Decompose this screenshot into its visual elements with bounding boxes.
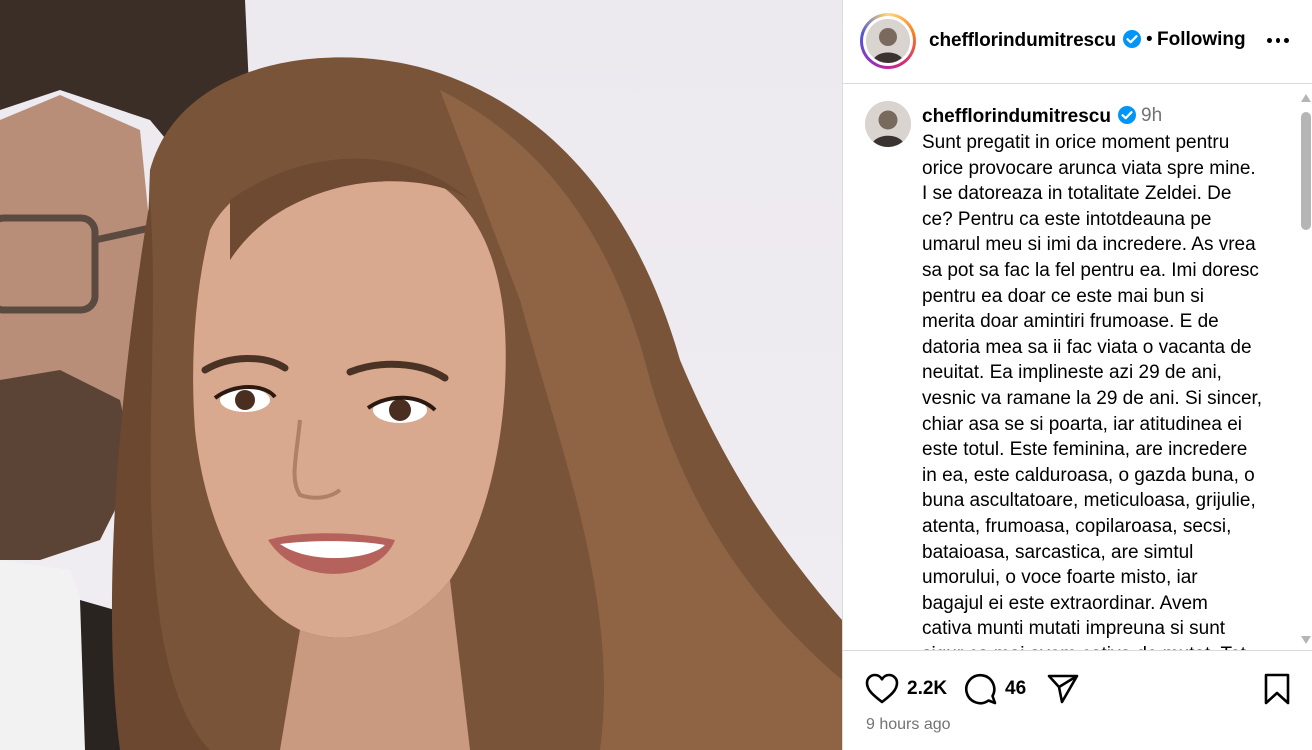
- author-avatar[interactable]: [860, 13, 916, 69]
- comment-button[interactable]: 46: [965, 673, 1026, 705]
- verified-badge-icon: [1117, 106, 1136, 124]
- comment-icon: [965, 673, 997, 705]
- like-count[interactable]: 2.2K: [907, 678, 947, 700]
- author-username[interactable]: chefflorindumitrescu: [929, 29, 1142, 52]
- scrollbar-thumb[interactable]: [1301, 112, 1311, 230]
- post-actions: 2.2K 46 9 hours ago: [843, 650, 1312, 750]
- more-dot-icon: [1267, 37, 1272, 43]
- caption-username[interactable]: chefflorindumitrescu: [922, 105, 1137, 128]
- comments-scrollbar[interactable]: [1299, 90, 1312, 648]
- avatar-image: [866, 19, 910, 63]
- caption-timestamp[interactable]: 9h: [1141, 105, 1162, 127]
- scroll-up-arrow-icon[interactable]: [1301, 94, 1311, 102]
- following-button[interactable]: Following: [1157, 29, 1246, 51]
- heart-icon: [865, 673, 899, 704]
- caption-text: Sunt pregatit in orice moment pentru ori…: [922, 132, 1263, 650]
- bookmark-icon: [1264, 673, 1290, 705]
- post-header: chefflorindumitrescu • Following: [843, 0, 1312, 84]
- save-button[interactable]: [1263, 673, 1291, 705]
- header-separator: •: [1146, 29, 1153, 50]
- post-time-ago[interactable]: 9 hours ago: [866, 716, 951, 734]
- caption-author-avatar[interactable]: [865, 101, 911, 147]
- post-side-panel: chefflorindumitrescu • Following chefflo…: [842, 0, 1312, 750]
- comments-section[interactable]: chefflorindumitrescu 9h Sunt pregatit in…: [843, 85, 1312, 650]
- share-button[interactable]: [1047, 673, 1079, 705]
- post-image-illustration: [0, 0, 842, 750]
- comment-count[interactable]: 46: [1005, 678, 1026, 700]
- post-photo[interactable]: [0, 0, 842, 750]
- more-dot-icon: [1284, 37, 1290, 43]
- like-button[interactable]: 2.2K: [865, 673, 947, 705]
- share-icon: [1047, 674, 1079, 704]
- avatar-image: [865, 101, 911, 147]
- more-options-button[interactable]: [1265, 27, 1291, 53]
- more-dot-icon: [1275, 37, 1281, 43]
- scroll-down-arrow-icon[interactable]: [1301, 636, 1311, 644]
- verified-badge-icon: [1122, 30, 1141, 48]
